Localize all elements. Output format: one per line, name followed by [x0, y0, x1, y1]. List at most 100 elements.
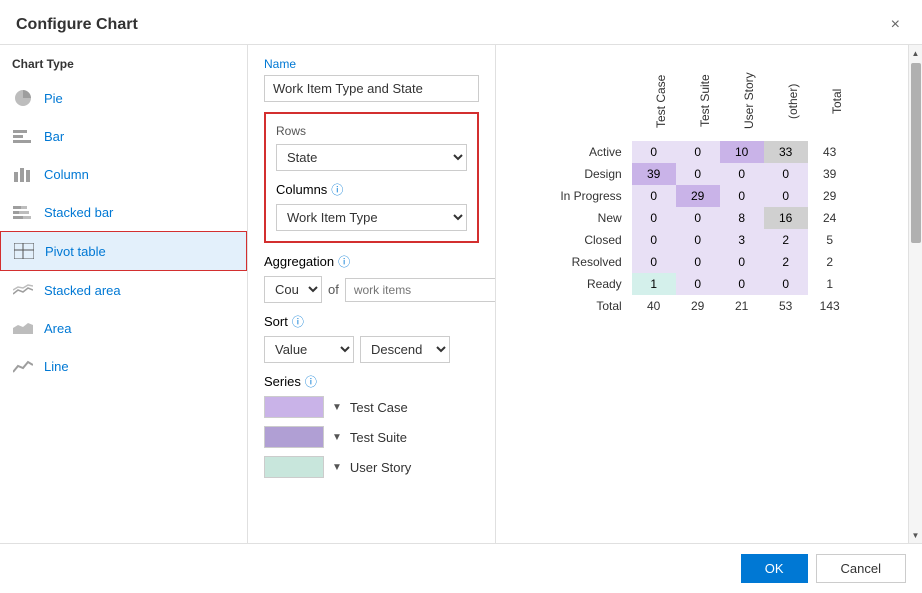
rows-columns-section: Rows State Columns ⓘ Work Item Type — [264, 112, 479, 243]
cell-closed-2: 3 — [720, 229, 764, 251]
cell-ip-3: 0 — [764, 185, 808, 207]
total-4: 143 — [808, 295, 852, 317]
cell-ready-total: 1 — [808, 273, 852, 295]
series-name-1: Test Suite — [350, 430, 407, 445]
chart-type-line[interactable]: Line — [0, 347, 247, 385]
scroll-track — [909, 61, 922, 527]
rows-label: Rows — [276, 124, 467, 138]
chart-type-pivot-label: Pivot table — [45, 244, 106, 259]
chart-type-area-label: Area — [44, 321, 71, 336]
scroll-thumb[interactable] — [911, 63, 921, 243]
total-row: Total 40 29 21 53 143 — [552, 295, 851, 317]
work-items-input[interactable] — [345, 278, 496, 302]
series-item-1: ▼ Test Suite — [264, 426, 479, 448]
cell-closed-0: 0 — [632, 229, 676, 251]
table-row: In Progress 0 29 0 0 29 — [552, 185, 851, 207]
chart-panel: Test Case Test Suite User Story (other) — [496, 45, 908, 543]
sort-dir-select[interactable]: Descend — [360, 336, 450, 363]
cell-active-3: 33 — [764, 141, 808, 163]
series-chevron-0[interactable]: ▼ — [332, 402, 342, 413]
chart-type-pie[interactable]: Pie — [0, 79, 247, 117]
aggregation-info-icon[interactable]: ⓘ — [338, 253, 350, 270]
cell-new-0: 0 — [632, 207, 676, 229]
chart-type-line-label: Line — [44, 359, 69, 374]
cell-active-0: 0 — [632, 141, 676, 163]
columns-info-icon[interactable]: ⓘ — [331, 181, 343, 198]
dialog-body: Chart Type Pie — [0, 45, 922, 543]
scroll-up-button[interactable]: ▲ — [909, 45, 922, 61]
cancel-button[interactable]: Cancel — [816, 554, 906, 583]
series-item-0: ▼ Test Case — [264, 396, 479, 418]
row-label-closed: Closed — [552, 229, 631, 251]
dialog-header: Configure Chart × — [0, 0, 922, 45]
row-label-inprogress: In Progress — [552, 185, 631, 207]
of-label: of — [328, 282, 339, 297]
cell-closed-total: 5 — [808, 229, 852, 251]
series-color-2 — [264, 456, 324, 478]
columns-label-row: Columns ⓘ — [276, 181, 467, 198]
cell-design-0: 39 — [632, 163, 676, 185]
cell-resolved-3: 2 — [764, 251, 808, 273]
series-chevron-2[interactable]: ▼ — [332, 462, 342, 473]
close-button[interactable]: × — [885, 14, 906, 36]
pie-icon — [12, 87, 34, 109]
cell-resolved-2: 0 — [720, 251, 764, 273]
rows-select[interactable]: State — [276, 144, 467, 171]
columns-select[interactable]: Work Item Type — [276, 204, 467, 231]
table-row: Closed 0 0 3 2 5 — [552, 229, 851, 251]
table-row: Ready 1 0 0 0 1 — [552, 273, 851, 295]
pivot-table: Test Case Test Suite User Story (other) — [552, 61, 851, 317]
chart-type-bar[interactable]: Bar — [0, 117, 247, 155]
cell-new-3: 16 — [764, 207, 808, 229]
cell-new-2: 8 — [720, 207, 764, 229]
col-header-4: Total — [808, 61, 852, 141]
total-3: 53 — [764, 295, 808, 317]
chart-type-column[interactable]: Column — [0, 155, 247, 193]
series-label: Series — [264, 374, 301, 389]
cell-ip-0: 0 — [632, 185, 676, 207]
chart-type-area[interactable]: Area — [0, 309, 247, 347]
sort-label: Sort — [264, 314, 288, 329]
cell-ready-1: 0 — [676, 273, 720, 295]
cell-ready-2: 0 — [720, 273, 764, 295]
col-header-2: User Story — [720, 61, 764, 141]
cell-design-1: 0 — [676, 163, 720, 185]
chart-type-bar-label: Bar — [44, 129, 64, 144]
area-icon — [12, 317, 34, 339]
cell-ready-0: 1 — [632, 273, 676, 295]
chart-type-stacked-bar[interactable]: Stacked bar — [0, 193, 247, 231]
sort-info-icon[interactable]: ⓘ — [292, 313, 304, 330]
cell-resolved-0: 0 — [632, 251, 676, 273]
cell-design-2: 0 — [720, 163, 764, 185]
stacked-area-icon — [12, 279, 34, 301]
ok-button[interactable]: OK — [741, 554, 808, 583]
table-row: Resolved 0 0 0 2 2 — [552, 251, 851, 273]
series-info-icon[interactable]: ⓘ — [305, 373, 317, 390]
cell-closed-1: 0 — [676, 229, 720, 251]
chart-type-pie-label: Pie — [44, 91, 63, 106]
sort-value-select[interactable]: Value — [264, 336, 354, 363]
sort-row: Value Descend — [264, 336, 479, 363]
chart-type-stacked-bar-label: Stacked bar — [44, 205, 113, 220]
chart-type-stacked-area-label: Stacked area — [44, 283, 121, 298]
row-label-ready: Ready — [552, 273, 631, 295]
chart-type-pivot-table[interactable]: Pivot table — [0, 231, 247, 271]
scroll-down-button[interactable]: ▼ — [909, 527, 922, 543]
total-0: 40 — [632, 295, 676, 317]
series-name-2: User Story — [350, 460, 411, 475]
column-icon — [12, 163, 34, 185]
total-1: 29 — [676, 295, 720, 317]
series-color-0 — [264, 396, 324, 418]
row-label-new: New — [552, 207, 631, 229]
cell-ip-2: 0 — [720, 185, 764, 207]
chart-type-stacked-area[interactable]: Stacked area — [0, 271, 247, 309]
total-2: 21 — [720, 295, 764, 317]
scrollbar: ▲ ▼ — [908, 45, 922, 543]
sort-label-row: Sort ⓘ — [264, 313, 479, 330]
aggregation-select[interactable]: Cou — [264, 276, 322, 303]
row-label-resolved: Resolved — [552, 251, 631, 273]
row-label-active: Active — [552, 141, 631, 163]
cell-active-2: 10 — [720, 141, 764, 163]
name-label: Name — [264, 57, 479, 71]
series-chevron-1[interactable]: ▼ — [332, 432, 342, 443]
